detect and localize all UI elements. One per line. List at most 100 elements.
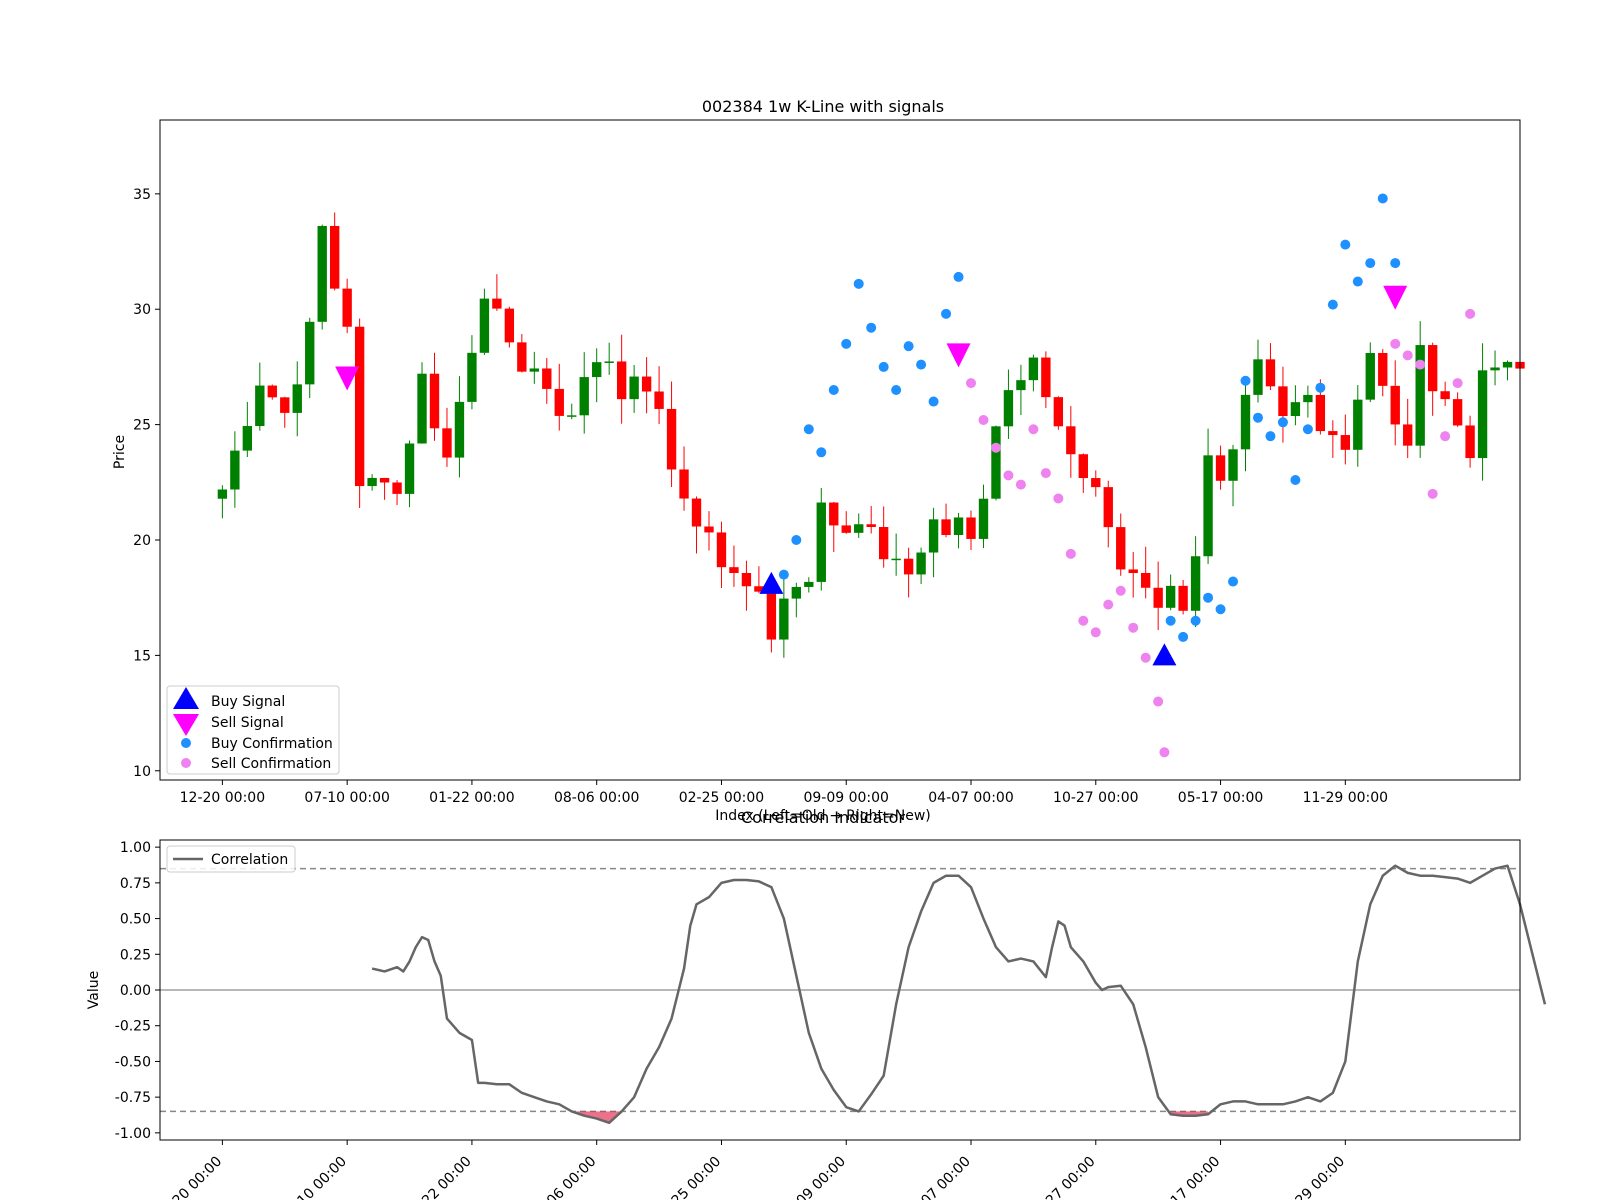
correlation-ytick-label: -0.50	[115, 1054, 151, 1070]
buy-confirmation-point	[1290, 475, 1301, 485]
candle-body	[1091, 478, 1101, 488]
sell-confirmation-point	[990, 442, 1001, 453]
candle-body	[641, 376, 652, 392]
kline-legend: Buy Signal Sell Signal Buy Confirmation Sel…	[166, 685, 340, 775]
candle-body	[804, 581, 814, 587]
candle-body	[1365, 353, 1375, 400]
candle-body	[816, 502, 826, 582]
candle-body	[1265, 359, 1276, 387]
buy-confirmation-point	[1190, 615, 1201, 626]
sell-confirmation-point	[1015, 479, 1026, 490]
candle-body	[829, 502, 839, 526]
candle-body	[354, 326, 365, 487]
kline-xtick-label: 01-22 00:00	[429, 790, 514, 806]
candle-body	[679, 469, 689, 499]
candle-body	[342, 288, 352, 327]
candle-body	[492, 298, 502, 309]
candle-body	[1490, 367, 1500, 371]
candle-body	[1153, 587, 1163, 608]
kline-xtick-label: 08-06 00:00	[554, 790, 639, 806]
candle-body	[891, 558, 901, 561]
candle-body	[1103, 487, 1113, 528]
candle-body	[1003, 390, 1014, 427]
kline-legend-label: Sell Signal	[211, 715, 284, 731]
candle-body	[1502, 361, 1513, 368]
buy-confirmation-point	[803, 424, 814, 435]
correlation-ytick-label: 0.75	[120, 876, 151, 892]
buy-confirmation-point	[828, 385, 839, 395]
buy-confirmation-point	[1178, 631, 1189, 642]
buy-confirmation-point	[1277, 417, 1288, 428]
candle-body	[741, 572, 752, 587]
buy-confirmation-point	[1265, 431, 1276, 442]
candle-body	[230, 450, 240, 490]
correlation-legend: Correlation	[166, 845, 296, 873]
candle-body	[567, 415, 577, 417]
candle-body	[242, 426, 253, 451]
candle-body	[791, 586, 802, 599]
candle-body	[255, 385, 265, 427]
candle-body	[991, 426, 1001, 499]
candle-body	[779, 598, 789, 640]
buy-confirmation-point	[1215, 604, 1226, 615]
candle-body	[1378, 353, 1388, 386]
buy-confirmation-point	[941, 308, 952, 319]
correlation-ytick-label: 1.00	[120, 840, 151, 856]
candle-body	[317, 225, 327, 322]
candle-body	[392, 482, 402, 494]
buy-confirmation-point	[1340, 239, 1351, 250]
kline-legend-label: Sell Confirmation	[211, 756, 331, 772]
sell-confirmation-point	[1159, 747, 1170, 758]
correlation-ytick-label: 0.00	[120, 983, 151, 999]
buy-confirmation-point	[1390, 258, 1401, 269]
candle-body	[1178, 585, 1188, 611]
sell-confirmation-point	[1153, 696, 1164, 707]
candle-body	[1053, 397, 1064, 427]
buy-confirmation-point	[1165, 615, 1176, 626]
buy-confirmation-point	[778, 569, 789, 580]
candle-body	[1353, 399, 1363, 450]
buy-confirmation-point	[866, 322, 877, 333]
sell-confirmation-point	[1028, 424, 1039, 435]
candle-body	[579, 377, 589, 416]
candle-body	[554, 388, 564, 416]
kline-xtick-label: 02-25 00:00	[679, 790, 764, 806]
candle-body	[1215, 455, 1226, 481]
buy-confirmation-point	[878, 361, 889, 372]
candle-body	[1228, 449, 1238, 481]
kline-ytick-label: 10	[133, 764, 151, 780]
candle-body	[1190, 556, 1201, 611]
sell-confirmation-point	[966, 378, 977, 389]
buy-confirmation-point	[1365, 258, 1376, 269]
sell-confirmation-point	[1402, 350, 1413, 361]
candle-body	[854, 524, 864, 533]
candle-body	[542, 368, 552, 389]
candle-body	[1253, 359, 1263, 395]
kline-legend-label: Buy Signal	[211, 694, 285, 710]
candle-body	[1440, 391, 1450, 400]
correlation-ylabel: Value	[86, 971, 102, 1009]
candle-body	[1452, 399, 1463, 426]
kline-xtick-label: 04-07 00:00	[928, 790, 1013, 806]
candle-body	[916, 552, 926, 575]
sell-confirmation-point	[1415, 359, 1426, 370]
candle-body	[417, 373, 427, 444]
candle-body	[1278, 386, 1288, 417]
candle-body	[1328, 431, 1338, 436]
kline-xtick-label: 05-17 00:00	[1178, 790, 1263, 806]
candle-body	[1041, 357, 1051, 398]
candle-body	[1290, 402, 1301, 417]
candle-body	[766, 591, 777, 640]
candle-body	[1141, 573, 1151, 588]
candle-body	[1128, 569, 1138, 574]
candle-body	[604, 361, 614, 363]
kline-ylabel: Price	[112, 435, 128, 469]
candle-body	[280, 397, 290, 413]
sell-confirmation-point	[1090, 627, 1101, 638]
sell-confirmation-point	[1053, 493, 1064, 504]
candle-body	[479, 298, 490, 353]
kline-ytick-label: 25	[133, 418, 151, 434]
candle-body	[1390, 385, 1400, 425]
candle-body	[429, 373, 440, 429]
candle-body	[903, 558, 914, 575]
